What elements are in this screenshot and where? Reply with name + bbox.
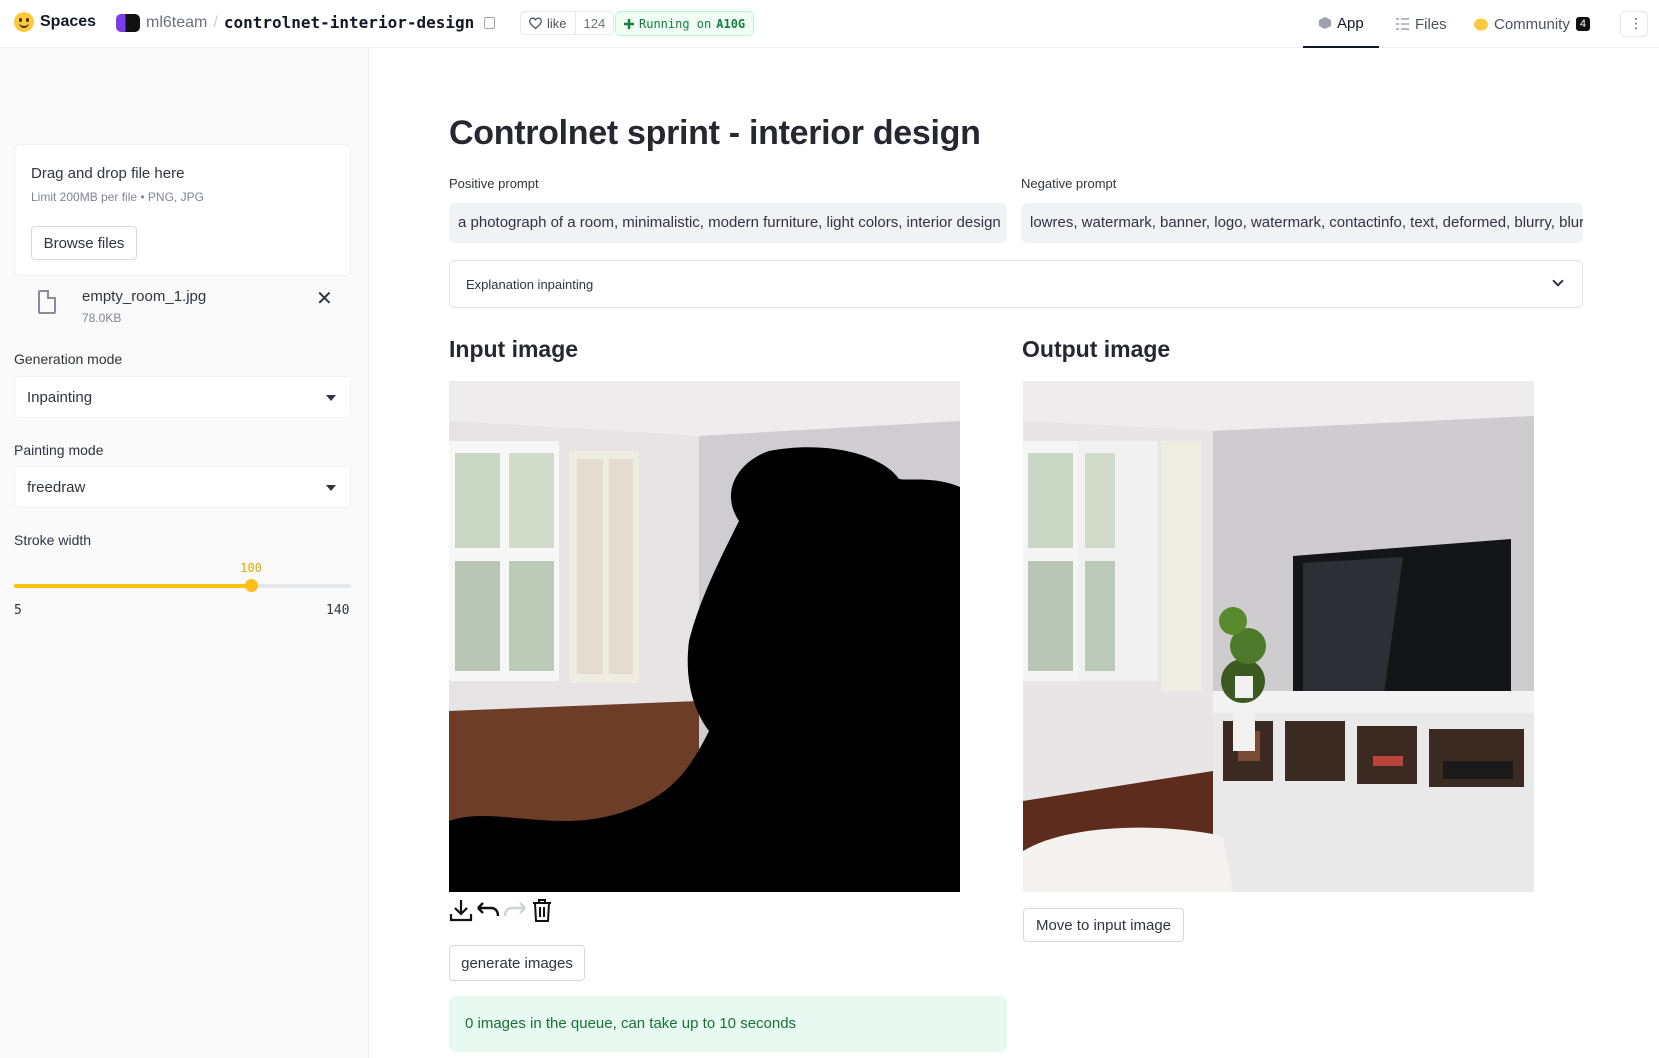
file-dropzone[interactable]: Drag and drop file here Limit 200MB per … — [14, 144, 351, 276]
tab-community[interactable]: Community 4 — [1474, 0, 1590, 48]
queue-status-alert: 0 images in the queue, can take up to 10… — [449, 996, 1007, 1052]
running-prefix: Running on — [639, 16, 712, 31]
trash-icon[interactable] — [530, 898, 554, 922]
negative-prompt-input[interactable]: lowres, watermark, banner, logo, waterma… — [1021, 203, 1583, 243]
team-link[interactable]: ml6team — [146, 14, 207, 32]
tab-app[interactable]: App — [1303, 0, 1379, 48]
negative-prompt-label: Negative prompt — [1021, 176, 1117, 191]
output-image-heading: Output image — [1022, 336, 1171, 362]
move-to-input-button[interactable]: Move to input image — [1023, 908, 1184, 942]
like-label: like — [547, 15, 567, 31]
output-room-image — [1023, 381, 1534, 892]
painting-mode-label: Painting mode — [14, 442, 104, 458]
file-size: 78.0KB — [82, 311, 122, 325]
spaces-brand[interactable]: Spaces — [14, 12, 96, 32]
dropzone-limit: Limit 200MB per file • PNG, JPG — [31, 190, 204, 204]
tab-app-label: App — [1337, 14, 1364, 32]
slider-min-label: 5 — [14, 603, 22, 618]
browse-files-button[interactable]: Browse files — [31, 226, 137, 260]
file-name: empty_room_1.jpg — [82, 288, 207, 305]
community-count-badge: 4 — [1575, 17, 1590, 31]
generation-mode-value: Inpainting — [27, 389, 93, 406]
generation-mode-label: Generation mode — [14, 351, 123, 367]
explanation-expander[interactable]: Explanation inpainting — [449, 260, 1583, 308]
cube-icon — [1319, 17, 1331, 29]
heart-icon — [529, 17, 542, 29]
files-icon — [1396, 18, 1409, 30]
dropzone-title: Drag and drop file here — [31, 165, 185, 182]
redo-icon[interactable] — [503, 898, 527, 922]
input-room-image — [449, 381, 960, 892]
more-options-button[interactable] — [1620, 11, 1648, 37]
slider-value: 100 — [240, 561, 262, 575]
slider-fill — [14, 584, 252, 588]
generate-images-button[interactable]: generate images — [449, 945, 585, 981]
uploaded-file: empty_room_1.jpg 78.0KB ✕ — [14, 280, 351, 330]
file-icon — [38, 290, 56, 314]
queue-status-text: 0 images in the queue, can take up to 10… — [465, 1015, 797, 1032]
like-button[interactable]: like 124 — [520, 11, 615, 35]
painting-mode-select[interactable]: freedraw — [14, 466, 351, 508]
slider-thumb[interactable] — [245, 579, 259, 592]
positive-prompt-label: Positive prompt — [449, 176, 539, 191]
download-icon[interactable] — [449, 898, 473, 922]
brand-label: Spaces — [40, 13, 97, 30]
running-icon — [624, 18, 634, 29]
huggingface-logo-icon — [14, 12, 34, 32]
painting-mode-value: freedraw — [27, 479, 86, 496]
caret-down-icon — [326, 395, 336, 401]
copy-icon[interactable] — [484, 16, 496, 29]
caret-down-icon — [326, 485, 336, 491]
expander-label: Explanation inpainting — [466, 277, 594, 292]
sidebar: Drag and drop file here Limit 200MB per … — [0, 48, 369, 1058]
chevron-down-icon — [1552, 275, 1564, 287]
page-title: Controlnet sprint - interior design — [449, 114, 981, 152]
running-hardware: A10G — [716, 16, 746, 31]
stroke-width-slider[interactable]: 100 — [14, 561, 351, 592]
generation-mode-select[interactable]: Inpainting — [14, 376, 351, 418]
slider-max-label: 140 — [326, 603, 350, 618]
breadcrumb-separator: / — [213, 13, 218, 31]
repo-link[interactable]: controlnet-interior-design — [224, 13, 474, 32]
input-image-heading: Input image — [449, 336, 579, 362]
breadcrumb: ml6team / controlnet-interior-design — [116, 13, 496, 32]
undo-icon[interactable] — [476, 898, 500, 922]
tab-files[interactable]: Files — [1396, 0, 1447, 48]
output-image — [1023, 381, 1534, 892]
drawing-canvas[interactable] — [449, 381, 960, 892]
running-status-badge[interactable]: Running on A10G — [615, 11, 755, 36]
community-icon — [1474, 18, 1488, 30]
like-count: 124 — [583, 15, 606, 31]
tab-files-label: Files — [1415, 15, 1447, 33]
positive-prompt-input[interactable]: a photograph of a room, minimalistic, mo… — [449, 203, 1007, 243]
tab-community-label: Community — [1494, 15, 1570, 33]
stroke-width-label: Stroke width — [14, 532, 92, 548]
team-avatar — [116, 13, 140, 32]
top-navigation-bar: Spaces ml6team / controlnet-interior-des… — [0, 0, 1659, 48]
remove-file-close-icon[interactable]: ✕ — [316, 286, 333, 311]
main-content: Controlnet sprint - interior design Posi… — [370, 48, 1659, 1058]
